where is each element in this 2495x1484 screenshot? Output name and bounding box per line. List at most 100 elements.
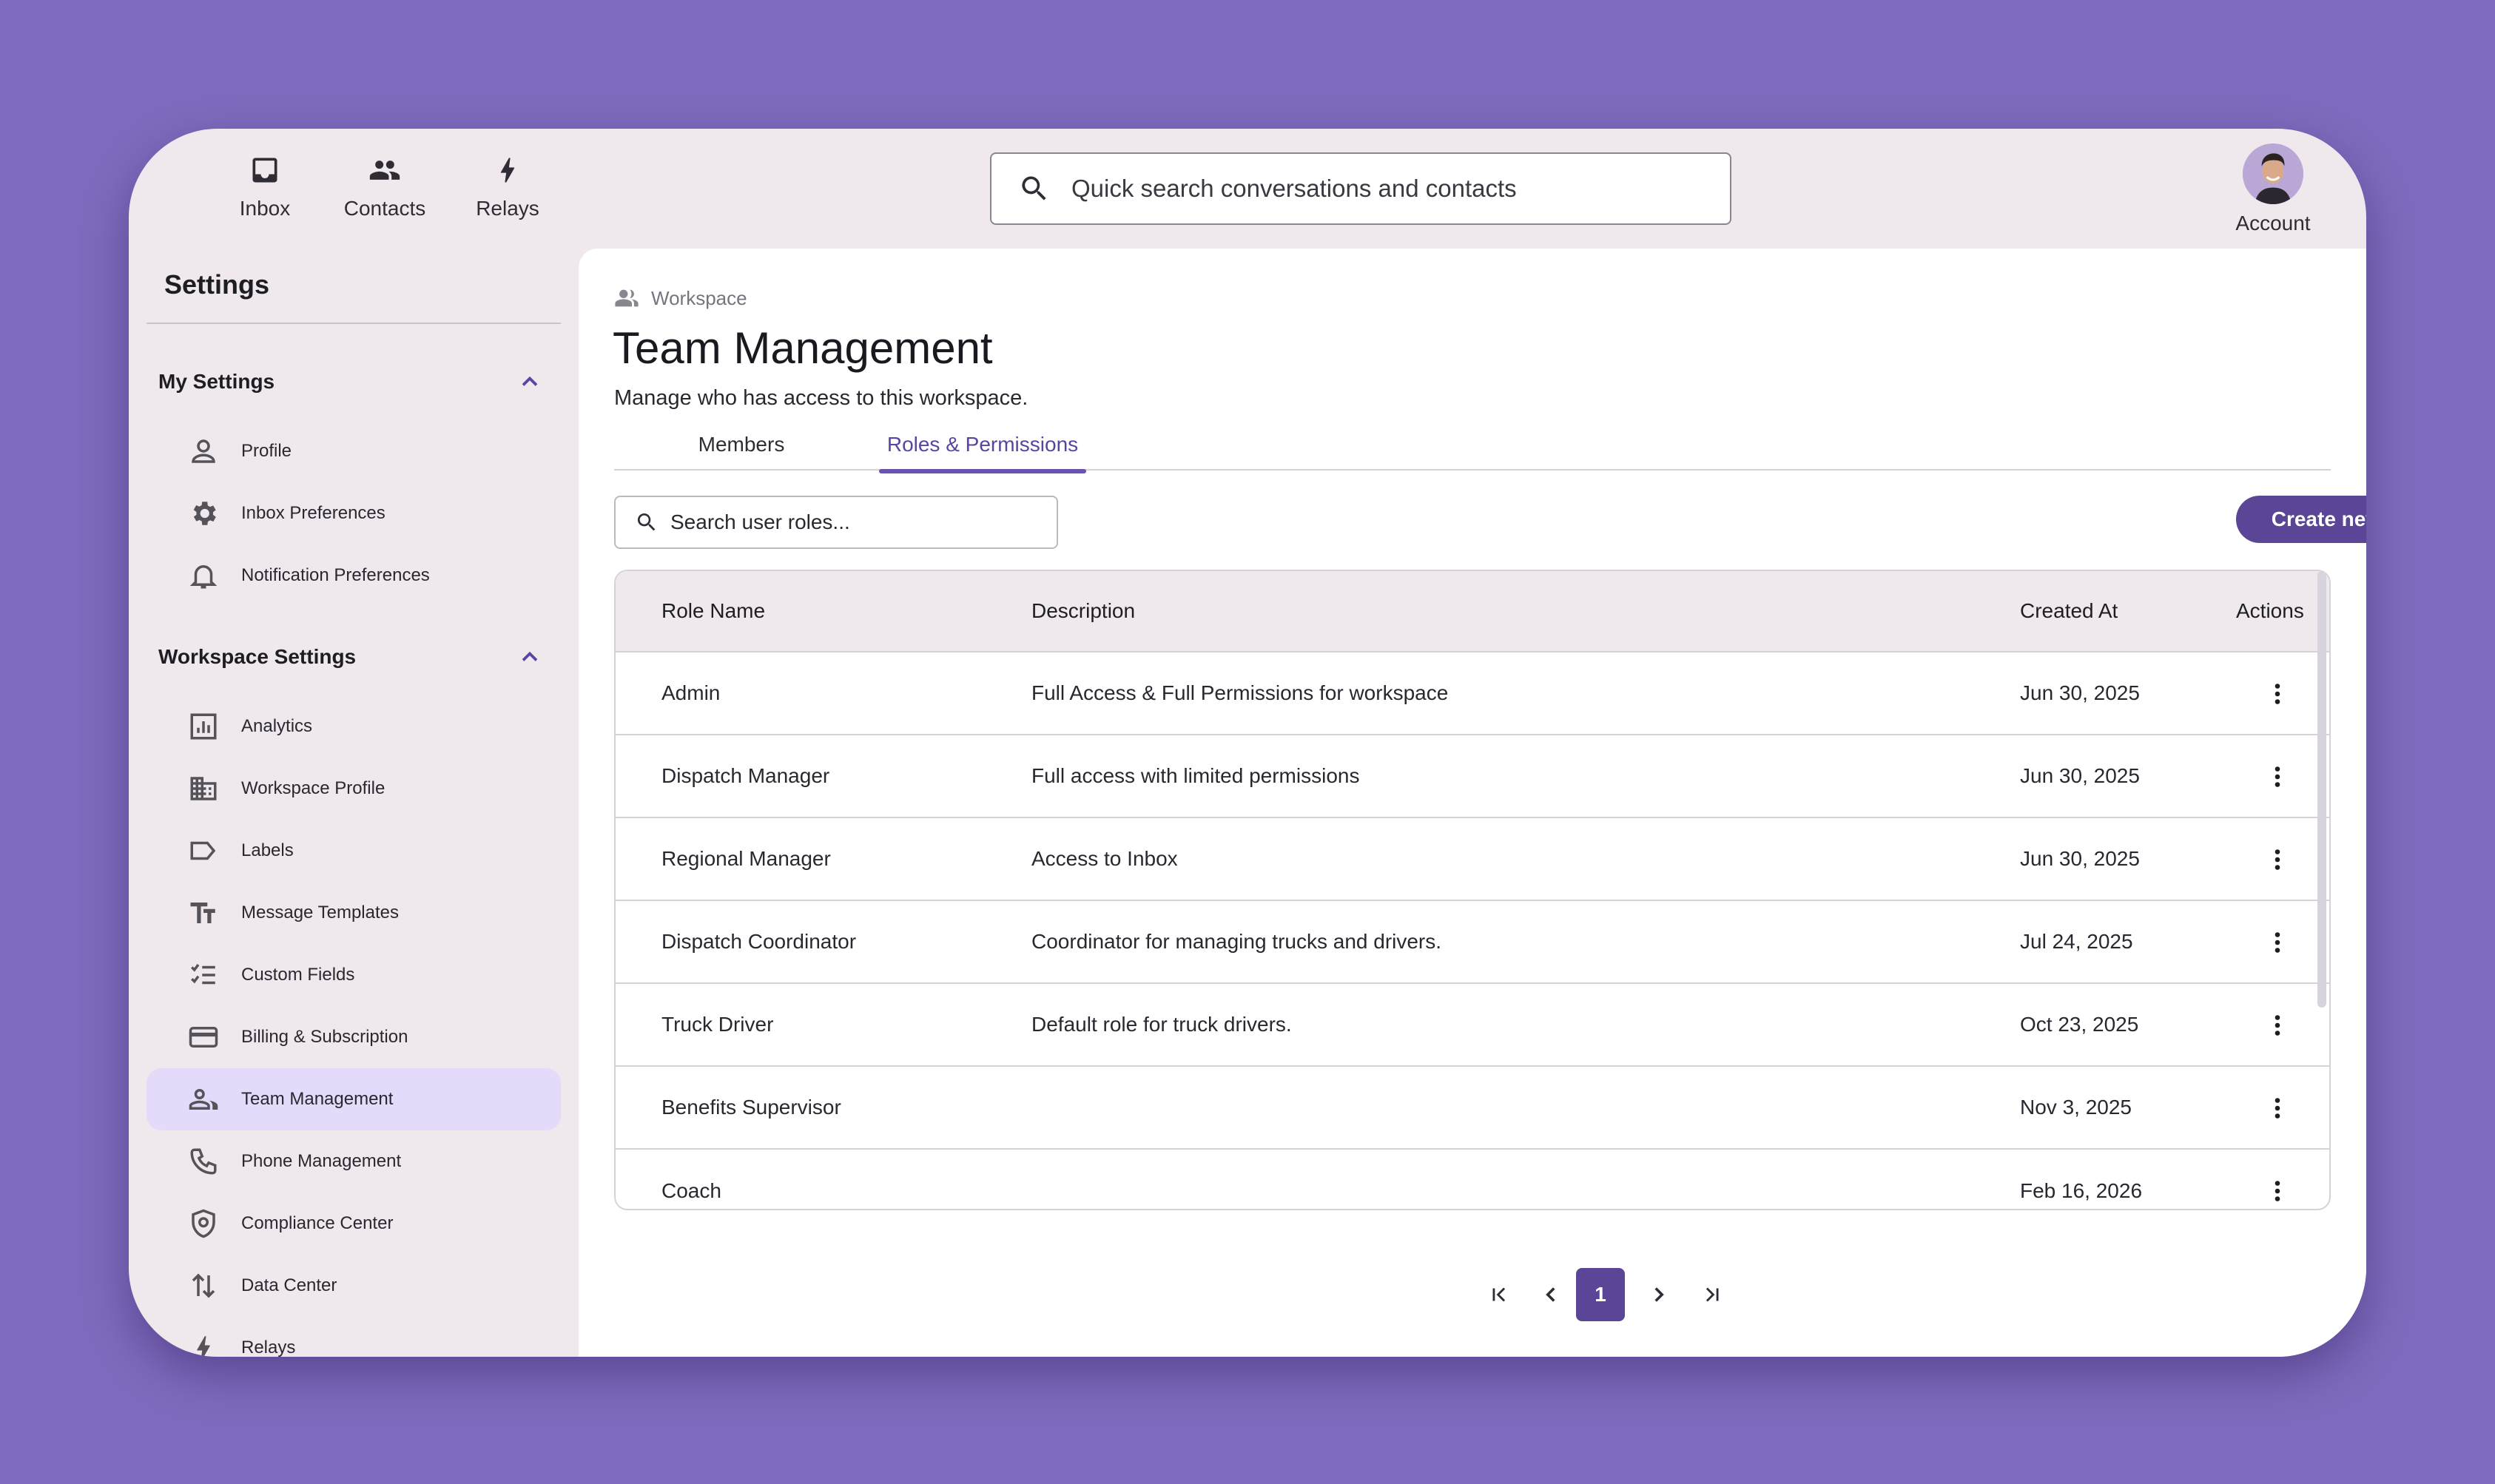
sidebar-item-profile[interactable]: Profile bbox=[147, 420, 561, 482]
role-created-at: Feb 16, 2026 bbox=[2020, 1179, 2143, 1202]
role-created-at: Oct 23, 2025 bbox=[2020, 1013, 2139, 1036]
credit-card-icon bbox=[189, 1027, 218, 1048]
row-actions-button[interactable] bbox=[2264, 1093, 2291, 1123]
column-header-created-at[interactable]: Created At bbox=[2020, 571, 2118, 651]
row-actions-button[interactable] bbox=[2264, 845, 2291, 874]
gear-icon bbox=[193, 502, 216, 525]
table-row[interactable]: Benefits Supervisor Nov 3, 2025 bbox=[616, 1067, 2329, 1150]
role-search[interactable] bbox=[614, 496, 1058, 549]
bolt-icon bbox=[197, 1336, 210, 1357]
main-panel: Workspace Team Management Manage who has… bbox=[579, 249, 2366, 1357]
sidebar-item-labels[interactable]: Labels bbox=[147, 820, 561, 882]
row-actions-button[interactable] bbox=[2264, 928, 2291, 957]
global-search-input[interactable] bbox=[1071, 175, 1708, 203]
column-header-description[interactable]: Description bbox=[1031, 571, 1135, 651]
sidebar-item-label: Phone Management bbox=[241, 1151, 402, 1171]
last-page-button[interactable] bbox=[1688, 1271, 1736, 1318]
table-row[interactable]: Truck Driver Default role for truck driv… bbox=[616, 984, 2329, 1067]
more-vert-icon bbox=[2275, 1015, 2280, 1036]
sidebar-item-custom-fields[interactable]: Custom Fields bbox=[147, 944, 561, 1006]
table-row[interactable]: Coach Feb 16, 2026 bbox=[616, 1150, 2329, 1209]
table-row[interactable]: Regional Manager Access to Inbox Jun 30,… bbox=[616, 818, 2329, 901]
role-name: Dispatch Coordinator bbox=[661, 930, 857, 953]
checklist-icon bbox=[191, 963, 215, 985]
sidebar-item-notification-preferences[interactable]: Notification Preferences bbox=[147, 544, 561, 607]
role-created-at: Jun 30, 2025 bbox=[2020, 847, 2140, 870]
global-search[interactable] bbox=[990, 152, 1731, 225]
workspace-settings-toggle[interactable]: Workspace Settings bbox=[158, 644, 543, 670]
sidebar-item-label: Relays bbox=[241, 1338, 296, 1357]
nav-relays-label: Relays bbox=[476, 197, 539, 220]
roles-table: Role Name Description Created At Actions… bbox=[614, 570, 2331, 1210]
user-avatar-icon bbox=[2243, 144, 2303, 204]
chevron-right-icon bbox=[1654, 1287, 1664, 1302]
role-description: Access to Inbox bbox=[1031, 847, 1178, 870]
sidebar-item-team-management[interactable]: Team Management bbox=[147, 1068, 561, 1130]
column-header-role-name[interactable]: Role Name bbox=[661, 571, 765, 651]
chevron-up-icon bbox=[522, 651, 538, 661]
sidebar-item-label: Profile bbox=[241, 441, 292, 461]
table-row[interactable]: Dispatch Manager Full access with limite… bbox=[616, 735, 2329, 818]
next-page-button[interactable] bbox=[1635, 1271, 1683, 1318]
previous-page-button[interactable] bbox=[1527, 1271, 1575, 1318]
nav-inbox[interactable]: Inbox bbox=[206, 154, 324, 220]
sidebar-item-workspace-profile[interactable]: Workspace Profile bbox=[147, 758, 561, 820]
role-search-input[interactable] bbox=[670, 510, 1040, 534]
table-header: Role Name Description Created At Actions bbox=[616, 571, 2329, 652]
avatar bbox=[2243, 144, 2303, 204]
sidebar-item-message-templates[interactable]: Message Templates bbox=[147, 882, 561, 944]
more-vert-icon bbox=[2275, 932, 2280, 953]
create-role-button[interactable]: Create new role bbox=[2236, 496, 2366, 543]
sidebar-item-label: Analytics bbox=[241, 716, 313, 736]
app-window: Inbox Contacts Relays Acc bbox=[129, 129, 2366, 1357]
row-actions-button[interactable] bbox=[2264, 679, 2291, 709]
sidebar-item-label: Compliance Center bbox=[241, 1213, 394, 1233]
table-scrollbar[interactable] bbox=[2317, 571, 2326, 1008]
tab-members[interactable]: Members bbox=[614, 419, 869, 471]
sidebar-item-relays[interactable]: Relays bbox=[147, 1317, 561, 1357]
bolt-icon bbox=[500, 158, 515, 183]
row-actions-button[interactable] bbox=[2264, 1176, 2291, 1206]
sidebar-item-label: Team Management bbox=[241, 1089, 394, 1109]
role-description: Full access with limited permissions bbox=[1031, 764, 1360, 787]
nav-contacts[interactable]: Contacts bbox=[326, 154, 444, 220]
sidebar-item-phone-management[interactable]: Phone Management bbox=[147, 1130, 561, 1193]
more-vert-icon bbox=[2275, 1098, 2280, 1119]
team-icon bbox=[189, 1089, 218, 1110]
more-vert-icon bbox=[2275, 849, 2280, 870]
tab-roles-permissions[interactable]: Roles & Permissions bbox=[879, 419, 1086, 473]
sidebar-item-label: Data Center bbox=[241, 1275, 337, 1295]
sidebar-item-compliance-center[interactable]: Compliance Center bbox=[147, 1193, 561, 1255]
sidebar-item-analytics[interactable]: Analytics bbox=[147, 695, 561, 758]
first-page-icon bbox=[1492, 1287, 1506, 1302]
search-icon bbox=[637, 513, 656, 531]
role-name: Dispatch Manager bbox=[661, 764, 830, 787]
page-title: Team Management bbox=[613, 323, 993, 373]
inbox-icon bbox=[252, 158, 277, 183]
chevron-up-icon bbox=[522, 376, 538, 386]
contacts-icon bbox=[369, 161, 400, 180]
sidebar-item-inbox-preferences[interactable]: Inbox Preferences bbox=[147, 482, 561, 544]
row-actions-button[interactable] bbox=[2264, 762, 2291, 792]
analytics-icon bbox=[190, 713, 217, 740]
account-menu[interactable]: Account bbox=[2221, 144, 2325, 235]
breadcrumb: Workspace bbox=[614, 286, 747, 311]
sidebar-item-label: Workspace Profile bbox=[241, 778, 385, 798]
first-page-button[interactable] bbox=[1475, 1271, 1523, 1318]
role-created-at: Jun 30, 2025 bbox=[2020, 764, 2140, 787]
tab-bar: Members Roles & Permissions bbox=[614, 419, 2331, 473]
my-settings-toggle[interactable]: My Settings bbox=[158, 368, 543, 395]
shield-icon bbox=[192, 1209, 215, 1238]
role-created-at: Jun 30, 2025 bbox=[2020, 681, 2140, 704]
nav-relays[interactable]: Relays bbox=[448, 154, 567, 220]
row-actions-button[interactable] bbox=[2264, 1011, 2291, 1040]
table-row[interactable]: Dispatch Coordinator Coordinator for man… bbox=[616, 901, 2329, 984]
sidebar-item-billing[interactable]: Billing & Subscription bbox=[147, 1006, 561, 1068]
breadcrumb-label: Workspace bbox=[651, 286, 747, 309]
table-row[interactable]: Admin Full Access & Full Permissions for… bbox=[616, 652, 2329, 735]
person-icon bbox=[192, 439, 215, 463]
page-number-current[interactable]: 1 bbox=[1576, 1268, 1625, 1321]
sidebar-item-label: Labels bbox=[241, 840, 294, 860]
sidebar-item-data-center[interactable]: Data Center bbox=[147, 1255, 561, 1317]
bell-icon bbox=[189, 565, 218, 589]
